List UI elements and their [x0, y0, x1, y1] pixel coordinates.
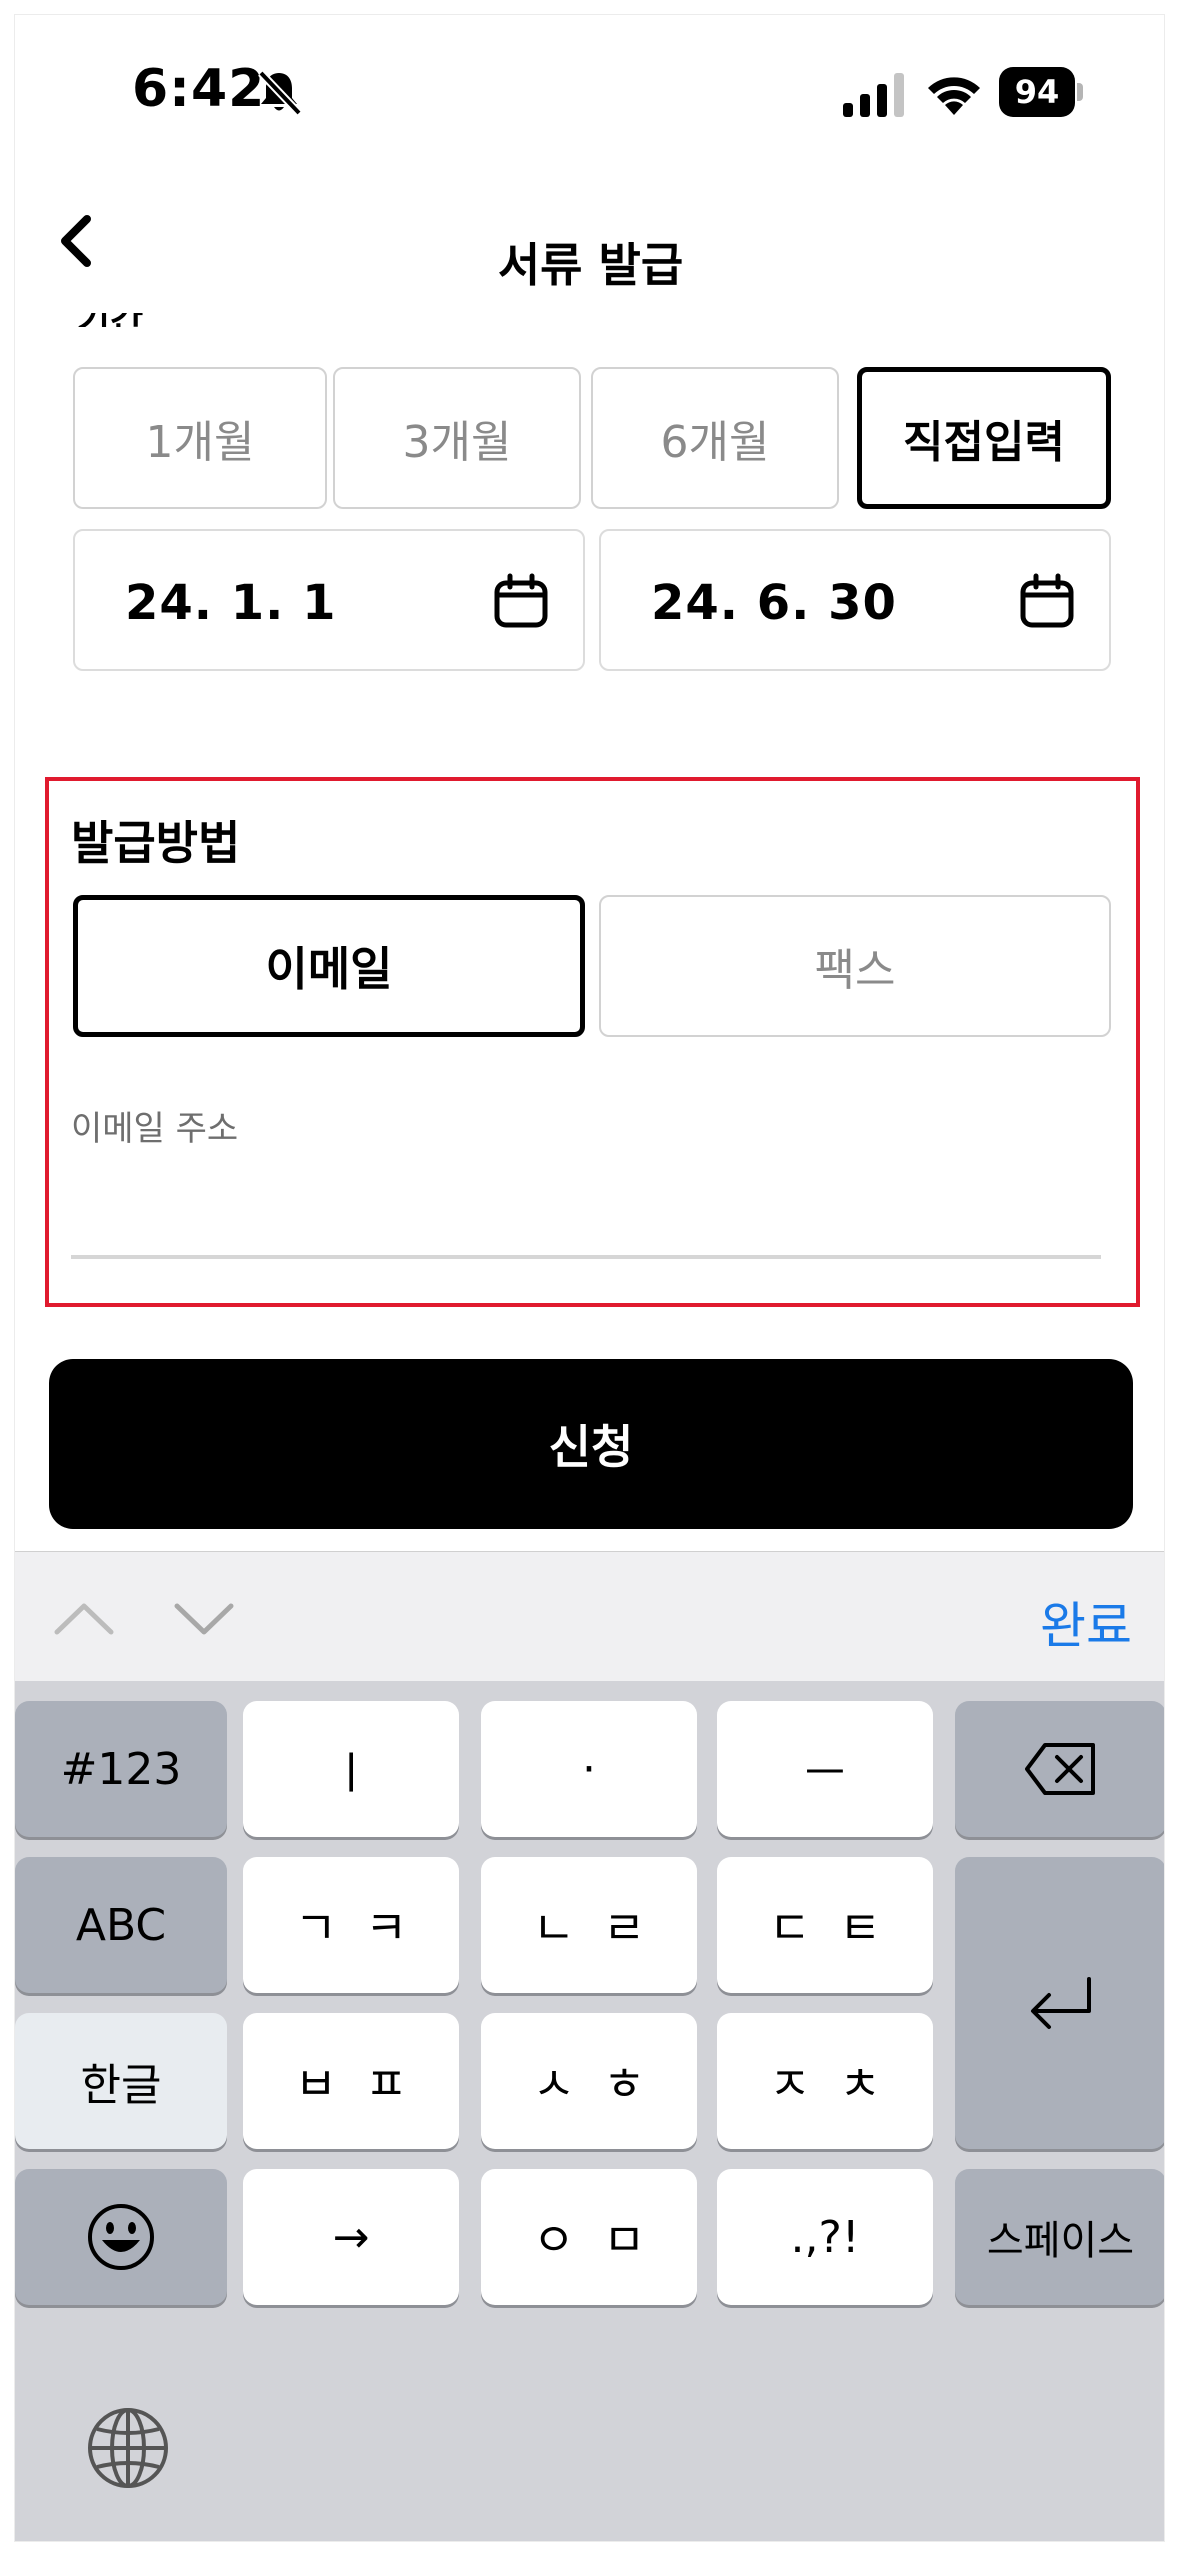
partial-section-label: 기간 — [77, 313, 169, 327]
chevron-down-icon[interactable] — [173, 1596, 235, 1640]
emoji-key[interactable] — [15, 2169, 227, 2305]
period-option-1month[interactable]: 1개월 — [73, 367, 327, 509]
key-vowel-eu[interactable]: ㅡ — [717, 1701, 933, 1837]
page-title: 서류 발급 — [497, 238, 684, 292]
issue-method-fax-button[interactable]: 팩스 — [599, 895, 1111, 1037]
battery-tip — [1077, 83, 1083, 101]
battery-level: 94 — [999, 67, 1075, 117]
period-option-3months[interactable]: 3개월 — [333, 367, 581, 509]
key-digeut-tieut[interactable]: ㄷㅌ — [717, 1857, 933, 1993]
key-jieut-chieut-label: ㅈㅊ — [768, 2057, 910, 2111]
issue-method-email-button[interactable]: 이메일 — [73, 895, 585, 1037]
return-icon — [1030, 1977, 1091, 2029]
screen: 6:42 94 서류 발급 기간 1개월 3개월 6개월 직접입력 24. 1.… — [14, 14, 1165, 2542]
keyboard: 완료 #123 ㅣ · ㅡ ABC ㄱㅋ ㄴㄹ ㄷㅌ 한글 ㅂㅍ ㅅㅎ ㅈㅊ →… — [15, 1551, 1164, 2541]
issue-method-title: 발급방법 — [71, 816, 241, 870]
key-123[interactable]: #123 — [15, 1701, 227, 1837]
end-date-picker[interactable]: 24. 6. 30 — [599, 529, 1111, 671]
keyboard-accessory-bar: 완료 — [15, 1551, 1164, 1681]
status-time: 6:42 — [132, 59, 266, 119]
key-vowel-i[interactable]: ㅣ — [243, 1701, 459, 1837]
email-field[interactable] — [71, 1155, 1101, 1259]
keyboard-done-button[interactable]: 완료 — [1040, 1586, 1132, 1658]
key-digeut-tieut-label: ㄷㅌ — [768, 1901, 910, 1955]
key-giyeok-kieuk-label: ㄱㅋ — [294, 1901, 436, 1955]
start-date-picker[interactable]: 24. 1. 1 — [73, 529, 585, 671]
end-date-value: 24. 6. 30 — [651, 575, 897, 631]
key-abc[interactable]: ABC — [15, 1857, 227, 1993]
space-key[interactable]: 스페이스 — [955, 2169, 1164, 2305]
key-bieup-pieup-label: ㅂㅍ — [294, 2057, 436, 2111]
submit-button[interactable]: 신청 — [49, 1359, 1133, 1529]
silent-bell-icon — [258, 70, 302, 116]
start-date-value: 24. 1. 1 — [125, 575, 337, 631]
battery-indicator: 94 — [999, 67, 1085, 117]
key-siot-hieut-label: ㅅㅎ — [532, 2057, 674, 2111]
calendar-icon — [1020, 573, 1074, 628]
signal-icon — [843, 73, 904, 117]
globe-icon[interactable] — [85, 2405, 171, 2491]
period-option-custom[interactable]: 직접입력 — [857, 367, 1111, 509]
chevron-up-icon[interactable] — [53, 1596, 115, 1640]
backspace-icon — [1024, 1743, 1095, 1795]
key-siot-hieut[interactable]: ㅅㅎ — [481, 2013, 697, 2149]
period-option-6months[interactable]: 6개월 — [591, 367, 839, 509]
key-vowel-dot[interactable]: · — [481, 1701, 697, 1837]
partial-section-label-text: 기간 — [77, 313, 143, 327]
key-hangul[interactable]: 한글 — [15, 2013, 227, 2149]
key-punctuation[interactable]: .,?! — [717, 2169, 933, 2305]
emoji-icon — [88, 2204, 154, 2270]
key-arrow-right[interactable]: → — [243, 2169, 459, 2305]
wifi-icon — [928, 77, 980, 115]
calendar-icon — [494, 573, 548, 628]
backspace-key[interactable] — [955, 1701, 1164, 1837]
key-giyeok-kieuk[interactable]: ㄱㅋ — [243, 1857, 459, 1993]
key-nieun-rieul-label: ㄴㄹ — [532, 1901, 674, 1955]
key-jieut-chieut[interactable]: ㅈㅊ — [717, 2013, 933, 2149]
email-field-label: 이메일 주소 — [71, 1109, 239, 1149]
return-key[interactable] — [955, 1857, 1164, 2149]
key-ieung-mieum[interactable]: ㅇㅁ — [481, 2169, 697, 2305]
key-bieup-pieup[interactable]: ㅂㅍ — [243, 2013, 459, 2149]
key-ieung-mieum-label: ㅇㅁ — [532, 2213, 674, 2267]
key-nieun-rieul[interactable]: ㄴㄹ — [481, 1857, 697, 1993]
